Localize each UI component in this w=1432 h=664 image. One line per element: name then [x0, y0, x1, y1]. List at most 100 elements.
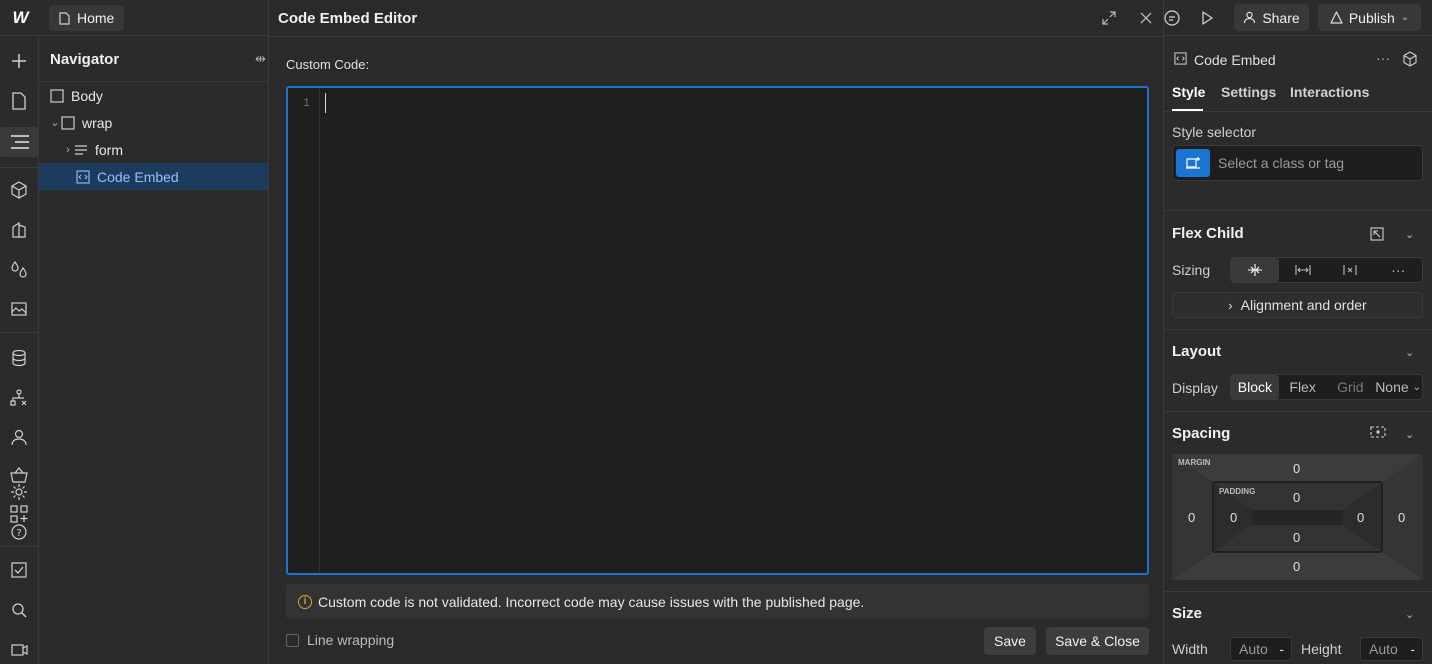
navigator-icon[interactable]: [0, 127, 39, 157]
nav-item-code-embed[interactable]: Code Embed: [39, 163, 269, 190]
save-and-close-button[interactable]: Save & Close: [1046, 627, 1149, 655]
chevron-right-icon: ›: [1228, 297, 1233, 313]
content-box: [1252, 510, 1343, 525]
width-input[interactable]: Auto -: [1230, 637, 1292, 661]
validation-warning-banner: i Custom code is not validated. Incorrec…: [286, 584, 1149, 619]
padding-right-value[interactable]: 0: [1357, 510, 1364, 525]
chevron-down-icon[interactable]: ⌄: [1405, 346, 1414, 359]
chevron-down-icon[interactable]: ⌄: [49, 116, 61, 129]
rail-divider: [0, 332, 39, 333]
chevron-down-icon[interactable]: ⌄: [1405, 428, 1414, 441]
chevron-right-icon[interactable]: ›: [62, 144, 74, 156]
display-label: Display: [1172, 380, 1218, 396]
preview-play-icon[interactable]: [1195, 6, 1219, 30]
panel-divider: [1164, 411, 1432, 412]
navigator-title: Navigator: [50, 51, 120, 68]
help-icon[interactable]: ?: [7, 520, 31, 544]
chevron-down-icon: ⌄: [1412, 381, 1422, 393]
chevron-down-icon[interactable]: ⌄: [1405, 228, 1414, 241]
tab-style[interactable]: Style: [1172, 84, 1205, 100]
padding-box: PADDING 0 0 0 0: [1212, 481, 1383, 553]
display-option-none[interactable]: None ⌄: [1374, 375, 1422, 399]
save-button[interactable]: Save: [984, 627, 1036, 655]
nav-item-label: wrap: [82, 114, 113, 131]
nav-item-form[interactable]: › form: [39, 136, 269, 163]
user-icon: [1243, 11, 1256, 24]
nav-item-body[interactable]: Body: [39, 82, 269, 109]
chevron-down-icon[interactable]: ⌄: [1405, 608, 1414, 621]
margin-bottom-value[interactable]: 0: [1293, 559, 1300, 574]
style-panel: Code Embed ··· Style Settings Interactio…: [1164, 36, 1432, 664]
publish-button[interactable]: Publish ⌄: [1318, 4, 1421, 31]
dock-panel-icon[interactable]: ⇹: [255, 51, 266, 67]
width-unit[interactable]: -: [1279, 641, 1284, 657]
padding-top-value[interactable]: 0: [1293, 490, 1300, 505]
add-elements-icon[interactable]: [7, 49, 31, 73]
display-option-block[interactable]: Block: [1231, 375, 1279, 399]
pages-icon[interactable]: [7, 89, 31, 113]
height-label: Height: [1301, 641, 1342, 657]
sizing-shrink-icon[interactable]: [1231, 258, 1279, 282]
height-unit[interactable]: -: [1410, 641, 1415, 657]
margin-top-value[interactable]: 0: [1293, 461, 1300, 476]
style-guide-icon[interactable]: [7, 218, 31, 242]
chevron-down-icon: ⌄: [1400, 12, 1410, 23]
display-option-grid[interactable]: Grid: [1327, 375, 1375, 399]
settings-gear-icon[interactable]: [7, 480, 31, 504]
close-icon[interactable]: [1135, 7, 1157, 29]
spacing-reset-icon[interactable]: [1370, 425, 1386, 439]
assets-image-icon[interactable]: [7, 296, 31, 320]
line-wrapping-label: Line wrapping: [307, 632, 395, 648]
custom-code-label: Custom Code:: [286, 57, 370, 72]
sizing-none-icon[interactable]: [1327, 258, 1375, 282]
info-warning-icon: i: [298, 594, 312, 609]
margin-left-value[interactable]: 0: [1188, 510, 1195, 525]
component-cube-icon[interactable]: [1402, 51, 1418, 67]
alignment-and-order-button[interactable]: › Alignment and order: [1172, 292, 1423, 318]
modal-title: Code Embed Editor: [278, 10, 418, 27]
line-number-gutter: 1: [288, 88, 320, 573]
sizing-label: Sizing: [1172, 262, 1211, 278]
audit-checkbox-icon[interactable]: [7, 558, 31, 582]
webflow-logo[interactable]: W: [0, 0, 39, 36]
tab-settings[interactable]: Settings: [1221, 84, 1276, 100]
nav-item-wrap[interactable]: ⌄ wrap: [39, 109, 269, 136]
cms-database-icon[interactable]: [7, 346, 31, 370]
variables-drops-icon[interactable]: [7, 257, 31, 281]
more-options-icon[interactable]: ···: [1376, 50, 1390, 66]
layout-heading: Layout: [1172, 343, 1222, 360]
padding-bottom-value[interactable]: 0: [1293, 530, 1300, 545]
padding-left-value[interactable]: 0: [1230, 510, 1237, 525]
flex-child-reset-icon[interactable]: [1370, 227, 1384, 241]
spacing-heading: Spacing: [1172, 425, 1231, 442]
rail-divider: [0, 546, 39, 547]
expand-icon[interactable]: [1098, 7, 1120, 29]
height-input[interactable]: Auto -: [1360, 637, 1423, 661]
display-segmented-control[interactable]: Block Flex Grid None ⌄: [1230, 374, 1423, 400]
search-icon[interactable]: [7, 598, 31, 622]
margin-right-value[interactable]: 0: [1398, 510, 1405, 525]
panel-divider: [1164, 210, 1432, 211]
line-wrapping-checkbox[interactable]: [286, 633, 299, 647]
code-editor[interactable]: 1: [286, 86, 1149, 575]
sizing-grow-icon[interactable]: [1279, 258, 1327, 282]
selector-target-icon[interactable]: [1176, 149, 1210, 177]
nav-item-label: Code Embed: [97, 168, 179, 185]
tab-interactions[interactable]: Interactions: [1290, 84, 1369, 100]
components-icon[interactable]: [7, 178, 31, 202]
sizing-more-icon[interactable]: ···: [1374, 258, 1422, 282]
display-option-flex[interactable]: Flex: [1279, 375, 1327, 399]
users-icon[interactable]: [7, 425, 31, 449]
width-label: Width: [1172, 641, 1208, 657]
line-wrapping-toggle[interactable]: Line wrapping: [286, 632, 394, 648]
share-button[interactable]: Share: [1234, 4, 1309, 31]
code-embed-icon: [76, 169, 90, 184]
style-selector-input[interactable]: Select a class or tag: [1172, 145, 1423, 181]
sizing-segmented-control[interactable]: ···: [1230, 257, 1423, 283]
logic-flow-icon[interactable]: [7, 386, 31, 410]
rail-divider: [0, 167, 39, 168]
video-tutorials-icon[interactable]: [7, 637, 31, 661]
spacing-box-model: MARGIN 0 0 0 0 PADDING 0 0 0 0: [1172, 454, 1423, 580]
page-selector-button[interactable]: Home: [49, 5, 125, 31]
flex-child-heading: Flex Child: [1172, 225, 1244, 242]
